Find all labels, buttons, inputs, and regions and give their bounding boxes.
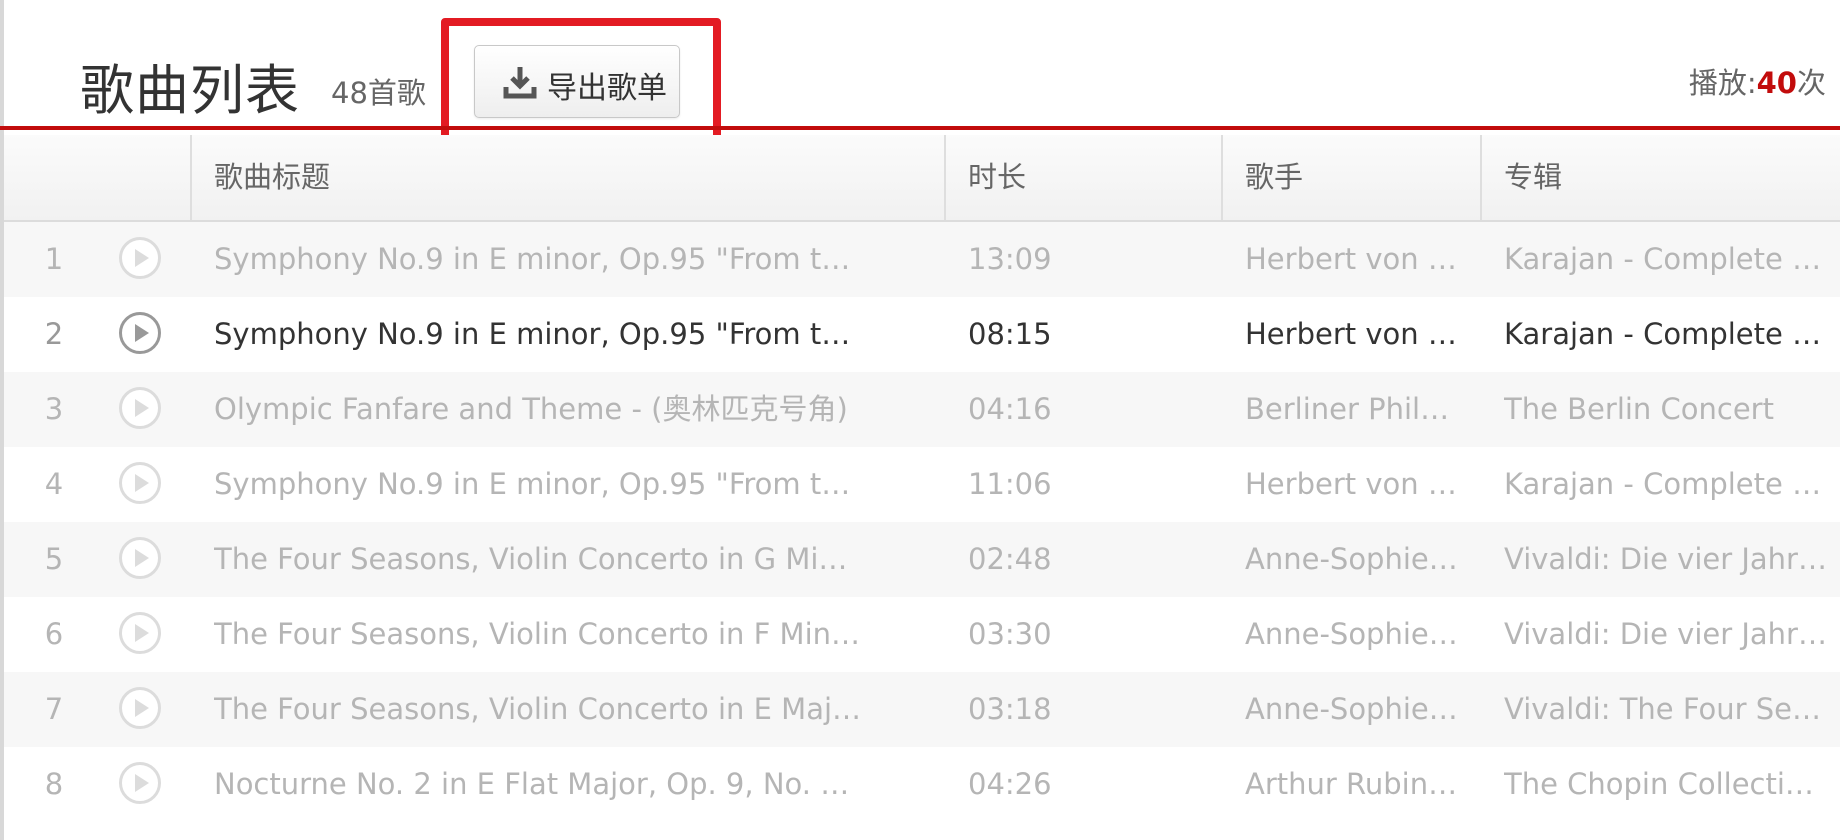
play-icon[interactable]: [119, 387, 161, 429]
column-header-artist[interactable]: 歌手: [1245, 135, 1303, 220]
song-duration: 04:26: [968, 767, 1052, 801]
page-title: 歌曲列表: [80, 59, 300, 122]
song-title[interactable]: Nocturne No. 2 in E Flat Major, Op. 9, N…: [214, 747, 864, 822]
column-header-album[interactable]: 专辑: [1504, 135, 1562, 220]
header-divider: [0, 126, 1840, 130]
column-divider: [944, 135, 946, 220]
song-title[interactable]: Symphony No.9 in E minor, Op.95 "From th…: [214, 447, 864, 522]
song-duration: 03:18: [968, 692, 1052, 726]
play-icon[interactable]: [119, 612, 161, 654]
column-header-title[interactable]: 歌曲标题: [214, 135, 330, 220]
song-row[interactable]: 8 Nocturne No. 2 in E Flat Major, Op. 9,…: [4, 747, 1840, 822]
song-artist[interactable]: Anne-Sophie…: [1245, 597, 1460, 672]
song-album[interactable]: Vivaldi: Die vier Jahr…: [1504, 522, 1829, 597]
song-artist[interactable]: Anne-Sophie…: [1245, 672, 1460, 747]
song-index: 3: [44, 392, 64, 426]
song-album[interactable]: The Berlin Concert: [1504, 372, 1829, 447]
song-artist[interactable]: Arthur Rubin…: [1245, 747, 1460, 822]
song-duration: 13:09: [968, 242, 1052, 276]
song-index: 6: [44, 617, 64, 651]
song-album[interactable]: Karajan - Complete R…: [1504, 222, 1829, 297]
song-artist[interactable]: Herbert von …: [1245, 297, 1460, 372]
playlist-header: 歌曲列表 48首歌 导出歌单 播放:40次: [0, 0, 1840, 148]
play-icon[interactable]: [119, 312, 161, 354]
song-row[interactable]: 1 Symphony No.9 in E minor, Op.95 "From …: [4, 222, 1840, 297]
song-row[interactable]: 5 The Four Seasons, Violin Concerto in G…: [4, 522, 1840, 597]
song-row[interactable]: 2 Symphony No.9 in E minor, Op.95 "From …: [4, 297, 1840, 372]
song-duration: 08:15: [968, 317, 1052, 351]
song-album[interactable]: Vivaldi: Die vier Jahr…: [1504, 597, 1829, 672]
song-album[interactable]: Karajan - Complete R…: [1504, 447, 1829, 522]
play-count-label: 播放:: [1688, 66, 1757, 100]
song-duration: 03:30: [968, 617, 1052, 651]
song-artist[interactable]: Anne-Sophie…: [1245, 522, 1460, 597]
song-index: 5: [44, 542, 64, 576]
column-divider: [1221, 135, 1223, 220]
song-title[interactable]: The Four Seasons, Violin Concerto in F M…: [214, 597, 864, 672]
song-count: 48首歌: [331, 76, 426, 110]
play-icon[interactable]: [119, 462, 161, 504]
export-playlist-button[interactable]: 导出歌单: [474, 45, 680, 118]
song-duration: 11:06: [968, 467, 1052, 501]
song-artist[interactable]: Berliner Philh…: [1245, 372, 1460, 447]
play-icon[interactable]: [119, 687, 161, 729]
play-count-number: 40: [1756, 66, 1797, 100]
play-count: 播放:40次: [1689, 60, 1826, 102]
song-index: 4: [44, 467, 64, 501]
play-icon[interactable]: [119, 762, 161, 804]
song-album[interactable]: Karajan - Complete R…: [1504, 297, 1829, 372]
song-row[interactable]: 3 Olympic Fanfare and Theme - (奥林匹克号角) 0…: [4, 372, 1840, 447]
song-artist[interactable]: Herbert von …: [1245, 222, 1460, 297]
song-artist[interactable]: Herbert von …: [1245, 447, 1460, 522]
play-icon[interactable]: [119, 237, 161, 279]
song-title[interactable]: The Four Seasons, Violin Concerto in E M…: [214, 672, 864, 747]
song-index: 2: [44, 317, 64, 351]
download-icon: [503, 67, 537, 99]
song-title[interactable]: The Four Seasons, Violin Concerto in G M…: [214, 522, 864, 597]
song-row[interactable]: 6 The Four Seasons, Violin Concerto in F…: [4, 597, 1840, 672]
song-title[interactable]: Symphony No.9 in E minor, Op.95 "From th…: [214, 222, 864, 297]
table-header: 歌曲标题 时长 歌手 专辑: [4, 135, 1840, 222]
play-icon[interactable]: [119, 537, 161, 579]
song-index: 1: [44, 242, 64, 276]
song-album[interactable]: The Chopin Collectio…: [1504, 747, 1829, 822]
song-index: 7: [44, 692, 64, 726]
song-row[interactable]: 4 Symphony No.9 in E minor, Op.95 "From …: [4, 447, 1840, 522]
play-count-suffix: 次: [1796, 66, 1826, 100]
column-divider: [190, 135, 192, 220]
column-header-duration[interactable]: 时长: [968, 135, 1026, 220]
song-row[interactable]: 7 The Four Seasons, Violin Concerto in E…: [4, 672, 1840, 747]
column-divider: [1480, 135, 1482, 220]
song-title[interactable]: Symphony No.9 in E minor, Op.95 "From th…: [214, 297, 864, 372]
song-index: 8: [44, 767, 64, 801]
song-duration: 02:48: [968, 542, 1052, 576]
song-list: 1 Symphony No.9 in E minor, Op.95 "From …: [4, 222, 1840, 822]
song-duration: 04:16: [968, 392, 1052, 426]
song-album[interactable]: Vivaldi: The Four Sea…: [1504, 672, 1829, 747]
song-title[interactable]: Olympic Fanfare and Theme - (奥林匹克号角): [214, 372, 864, 447]
export-playlist-label: 导出歌单: [547, 71, 667, 106]
